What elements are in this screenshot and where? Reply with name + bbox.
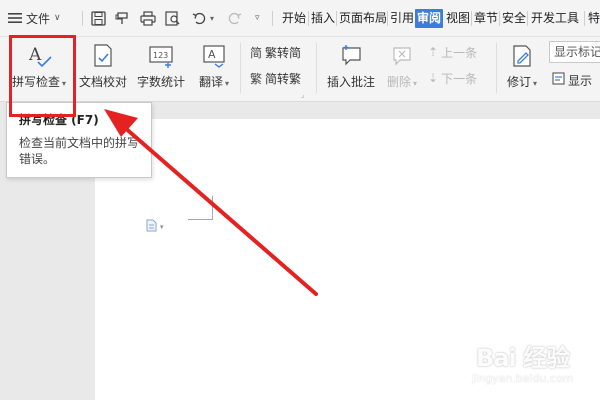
chevron-down-icon: ∨ (54, 13, 61, 23)
tab-review[interactable]: 审阅 (415, 9, 444, 28)
next-comment-button[interactable]: ⇣ 下一条 (428, 68, 477, 88)
page-margin-marker (188, 219, 212, 220)
separator (240, 43, 241, 93)
next-label: 下一条 (441, 71, 478, 86)
save-icon[interactable] (91, 0, 106, 36)
previous-label: 上一条 (441, 45, 478, 60)
watermark-url: jingyan.baidu.com (472, 372, 574, 385)
translate-label: 翻译 (198, 75, 223, 89)
word-count-icon: 123 (147, 41, 175, 71)
track-changes-button[interactable]: 修订 ▾ (502, 41, 542, 97)
chevron-down-icon: ▾ (533, 79, 538, 88)
translate-button[interactable]: A 翻译 ▾ (192, 41, 236, 97)
document-proof-button[interactable]: 文档校对 (78, 41, 128, 97)
previous-comment-icon: ⇡ (428, 45, 439, 59)
display-button[interactable]: 显示 (552, 70, 592, 90)
track-changes-icon (509, 41, 535, 71)
ribbon: A 拼写检查 ▾ 文档校对 123 字数统计 A 翻译 ▾ 简 繁转简 繁 简转繁 … (0, 37, 600, 102)
chevron-down-icon: ▾ (160, 223, 164, 231)
tab-developer-tools[interactable]: 开发工具 (529, 9, 581, 28)
undo-icon[interactable] (192, 0, 208, 36)
insert-comment-icon (338, 41, 364, 71)
document-icon (146, 219, 157, 235)
print-icon[interactable] (140, 0, 156, 36)
tab-home[interactable]: 开始 (280, 9, 308, 28)
svg-text:123: 123 (153, 51, 168, 60)
print-preview-icon[interactable] (165, 0, 181, 36)
customize-dropdown-icon[interactable]: ▿ (255, 0, 260, 36)
watermark: Bai 经验 jingyan.baidu.com (462, 336, 592, 392)
display-markup-dropdown[interactable]: 显示标记 (549, 41, 600, 63)
delete-comment-button[interactable]: 删除 ▾ (384, 41, 420, 97)
tab-page-layout[interactable]: 页面布局 (337, 9, 389, 28)
file-menu[interactable]: 文件 ∨ (8, 0, 61, 36)
tab-references[interactable]: 引用 (388, 9, 416, 28)
format-painter-icon[interactable] (115, 0, 130, 36)
hamburger-icon (8, 12, 22, 24)
translate-icon: A (201, 41, 227, 71)
delete-label: 删除 (386, 75, 411, 89)
traditional-to-simplified-button[interactable]: 简 繁转简 (250, 42, 301, 62)
separator (272, 11, 273, 26)
tab-chapter[interactable]: 章节 (472, 9, 500, 28)
track-changes-label: 修订 (506, 75, 531, 89)
separator (82, 11, 83, 26)
document-proof-label: 文档校对 (78, 75, 127, 89)
document-check-icon (90, 41, 116, 71)
menu-bar: 文件 ∨ ▾ ▿ 开始 插入 页面布局 引用 审阅 视图 章节 安全 开发工具 … (0, 0, 600, 37)
delete-comment-icon (389, 41, 415, 71)
simplified-to-traditional-icon: 繁 (250, 71, 263, 86)
tab-special[interactable]: 特 (586, 9, 600, 28)
group-expand-icon[interactable]: ⌟ (301, 91, 304, 99)
separator (316, 43, 317, 93)
traditional-to-simplified-icon: 简 (250, 45, 263, 60)
paste-options-button[interactable]: ▾ (146, 219, 164, 235)
tab-view[interactable]: 视图 (444, 9, 472, 28)
simplified-to-traditional-label: 简转繁 (265, 71, 302, 86)
simplified-to-traditional-button[interactable]: 繁 简转繁 (250, 68, 301, 88)
svg-text:A: A (208, 48, 216, 61)
display-icon (552, 72, 565, 88)
next-comment-icon: ⇣ (428, 71, 439, 85)
redo-icon[interactable] (226, 0, 242, 36)
tab-security[interactable]: 安全 (500, 9, 528, 28)
file-menu-label: 文件 (26, 11, 51, 26)
separator (584, 11, 585, 26)
word-count-label: 字数统计 (136, 75, 185, 89)
insert-comment-button[interactable]: 插入批注 (324, 41, 378, 97)
previous-comment-button[interactable]: ⇡ 上一条 (428, 42, 477, 62)
page-margin-marker (212, 196, 213, 220)
highlight-box (9, 35, 76, 117)
chevron-down-icon: ▾ (413, 79, 418, 88)
chevron-down-icon: ▾ (225, 79, 230, 88)
watermark-logo-text: Bai 经验 (476, 344, 570, 372)
separator (496, 43, 497, 93)
word-count-button[interactable]: 123 字数统计 (134, 41, 188, 97)
undo-dropdown-icon[interactable]: ▾ (210, 0, 214, 36)
insert-comment-label: 插入批注 (326, 75, 375, 89)
display-markup-value: 显示标记 (554, 45, 600, 59)
tab-insert[interactable]: 插入 (309, 9, 337, 28)
tooltip-description: 检查当前文档中的拼写错误。 (19, 136, 140, 166)
display-label: 显示 (568, 73, 593, 88)
traditional-to-simplified-label: 繁转简 (265, 45, 302, 60)
separator (527, 11, 528, 26)
